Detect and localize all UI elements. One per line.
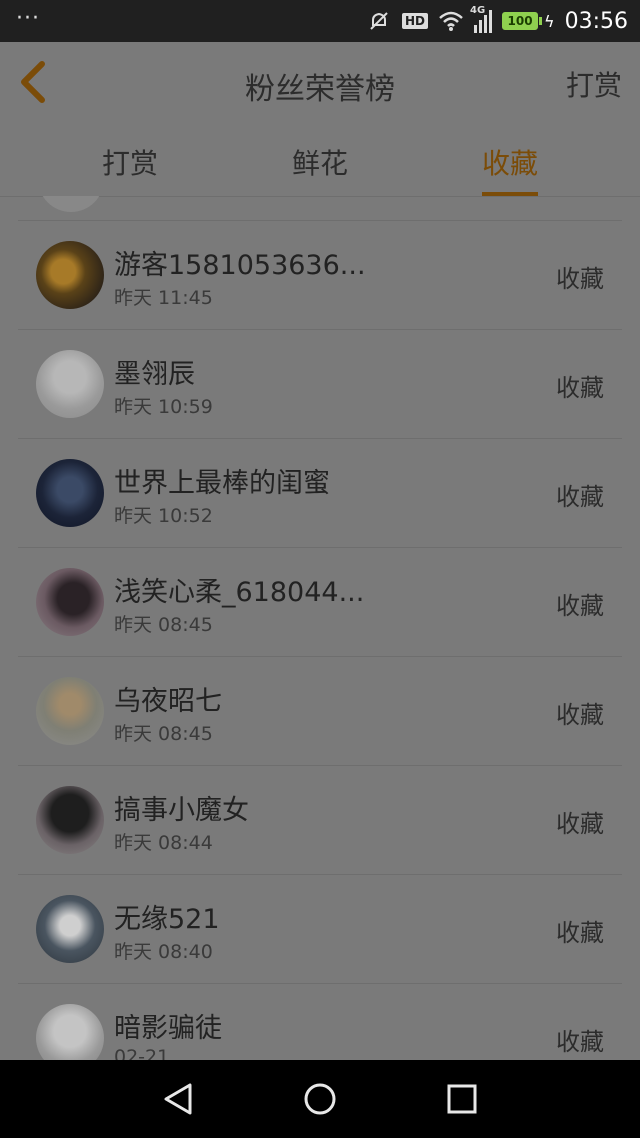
avatar[interactable] [36,350,104,418]
tab-favorites[interactable]: 收藏 [482,142,539,196]
reward-button[interactable]: 打赏 [566,64,622,104]
user-name: 乌夜昭七 [114,686,222,717]
action-label: 收藏 [556,483,604,511]
user-name: 搞事小魔女 [114,795,249,826]
action-label: 收藏 [556,1028,604,1056]
action-label: 收藏 [556,592,604,620]
tab-label: 打赏 [102,147,159,180]
app-header: 粉丝荣誉榜 打赏 [0,42,640,123]
circle-home-icon [304,1083,336,1115]
user-name: 游客1581053636... [114,250,366,281]
list-item[interactable]: 游客1581053636... 昨天 11:45 收藏 [18,221,622,330]
network-type-label: 4G [470,5,486,16]
nav-recents-button[interactable] [442,1079,482,1119]
tab-flowers[interactable]: 鲜花 [292,142,348,182]
tab-bar: 打赏 鲜花 收藏 [0,122,640,197]
page-title: 粉丝荣誉榜 [245,72,395,107]
list-item[interactable]: 暗影骗徒 02-21 收藏 [18,984,622,1060]
timestamp: 昨天 10:52 [114,505,213,527]
triangle-back-icon [164,1083,192,1115]
user-name: 暗影骗徒 [114,1013,222,1044]
avatar[interactable] [36,786,104,854]
avatar[interactable] [36,568,104,636]
user-name: 世界上最棒的闺蜜 [114,468,330,499]
list-item[interactable]: 世界上最棒的闺蜜 昨天 10:52 收藏 [18,439,622,548]
nav-home-button[interactable] [300,1079,340,1119]
tab-label: 鲜花 [292,147,349,180]
avatar[interactable] [36,459,104,527]
fan-list[interactable]: 游客1581053636... 昨天 11:45 收藏 墨翎辰 昨天 10:59… [0,196,640,1060]
avatar[interactable] [36,241,104,309]
list-item[interactable]: 搞事小魔女 昨天 08:44 收藏 [18,766,622,875]
action-label: 收藏 [556,810,604,838]
user-name: 无缘521 [114,904,220,935]
signal-icon: 4G [470,5,493,33]
action-label: 收藏 [556,919,604,947]
avatar[interactable] [36,677,104,745]
action-label: 收藏 [556,265,604,293]
timestamp: 昨天 11:45 [114,287,213,309]
avatar[interactable] [36,895,104,963]
timestamp: 昨天 10:59 [114,396,213,418]
avatar [38,196,104,212]
tab-label: 收藏 [482,147,539,180]
user-name: 墨翎辰 [114,359,195,390]
chevron-left-icon [21,61,45,103]
user-name: 浅笑心柔_618044... [114,577,365,608]
timestamp: 02-21 [114,1046,170,1060]
menu-dots: ··· [16,6,40,31]
mute-icon [366,10,392,32]
timestamp: 昨天 08:40 [114,941,213,963]
list-item-partial [18,196,622,221]
tab-reward[interactable]: 打赏 [102,142,158,182]
action-label: 收藏 [556,701,604,729]
timestamp: 昨天 08:45 [114,614,213,636]
clock: 03:56 [564,8,628,34]
wifi-icon [438,10,464,32]
charging-icon: ϟ [544,11,555,31]
status-bar: ··· HD 4G 100 ϟ 03:56 [0,0,640,42]
list-item[interactable]: 墨翎辰 昨天 10:59 收藏 [18,330,622,439]
system-nav-bar [0,1060,640,1138]
list-item[interactable]: 无缘521 昨天 08:40 收藏 [18,875,622,984]
battery-level: 100 [502,12,539,30]
avatar[interactable] [36,1004,104,1060]
action-label: 收藏 [556,374,604,402]
square-recents-icon [447,1084,477,1114]
hd-badge: HD [402,13,429,29]
timestamp: 昨天 08:44 [114,832,213,854]
battery-icon: 100 ϟ [502,12,555,31]
timestamp: 昨天 08:45 [114,723,213,745]
nav-back-button[interactable] [158,1079,198,1119]
list-item[interactable]: 浅笑心柔_618044... 昨天 08:45 收藏 [18,548,622,657]
list-item[interactable]: 乌夜昭七 昨天 08:45 收藏 [18,657,622,766]
back-button[interactable] [16,60,56,104]
